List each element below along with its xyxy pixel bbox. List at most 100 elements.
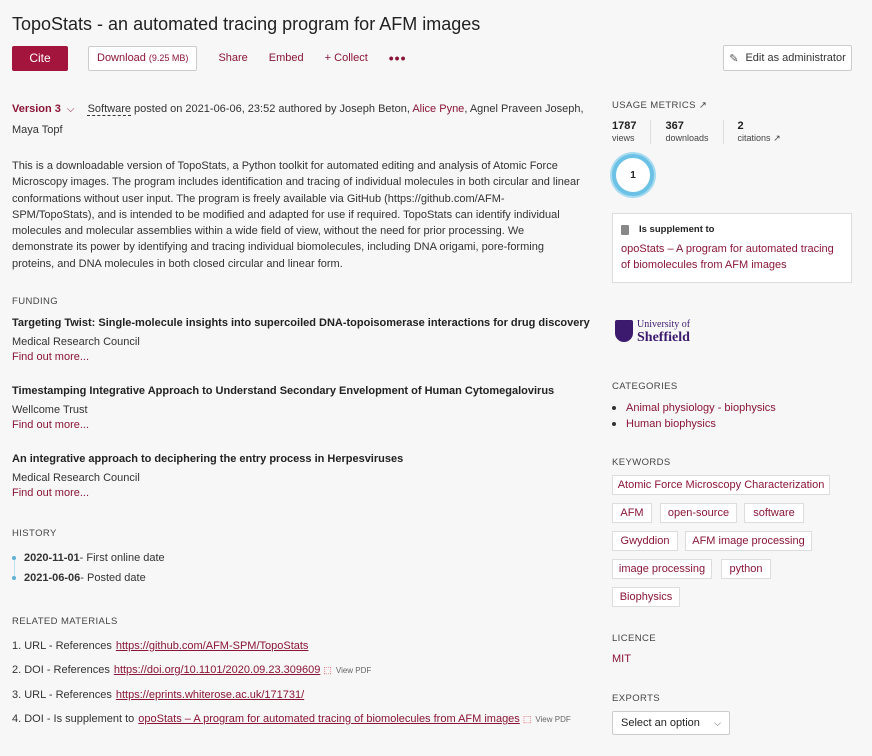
more-options-icon[interactable]: ••• [389,50,407,66]
related-link[interactable]: opoStats – A program for automated traci… [138,713,520,725]
external-link-icon: ↗ [773,133,781,143]
shield-icon [615,320,633,342]
history-item: 2021-06-06 - Posted date [12,572,146,584]
related-heading: RELATED MATERIALS [12,616,118,627]
related-link[interactable]: https://github.com/AFM-SPM/TopoStats [116,640,309,652]
related-prefix: 3. URL - References [12,689,112,701]
edit-as-administrator-button[interactable]: ✎ Edit as administrator [723,45,852,71]
exports-select-value: Select an option [621,717,700,729]
funding-item: An integrative approach to deciphering t… [12,452,592,499]
related-item: 3. URL - References https://eprints.whit… [12,689,304,701]
download-size: (9.25 MB) [148,53,189,63]
pdf-icon[interactable]: ⬚ [523,714,532,725]
download-button[interactable]: Download (9.25 MB) [88,45,198,71]
keyword-tag[interactable]: Gwyddion [612,531,678,551]
usage-metrics: 1787 views 367 downloads 2 citations ↗ [612,120,809,144]
view-pdf-link[interactable]: View PDF [336,666,371,675]
metric-value: 2 [737,120,744,132]
university-of-sheffield-logo: University of Sheffield [615,318,690,345]
admin-label: Edit as administrator [745,52,846,64]
author-link[interactable]: Alice Pyne [412,103,464,115]
version-label[interactable]: Version 3 [12,103,61,115]
timeline-dot [12,576,16,580]
download-label: Download [97,52,146,64]
history-heading: HISTORY [12,528,57,539]
find-out-more-link[interactable]: Find out more... [12,419,592,431]
related-item: 1. URL - References https://github.com/A… [12,640,308,652]
category-link[interactable]: Human biophysics [626,418,716,430]
licence-link[interactable]: MIT [612,653,631,665]
funding-org: Wellcome Trust [12,404,88,416]
funding-title: An integrative approach to deciphering t… [12,453,404,465]
page-title: TopoStats - an automated tracing program… [12,14,481,34]
related-prefix: 1. URL - References [12,640,112,652]
cite-button[interactable]: Cite [12,45,68,71]
keyword-tag[interactable]: AFM image processing [685,531,812,551]
supplement-card: Is supplement to opoStats – A program fo… [612,213,852,283]
posted-text: posted on 2021-06-06, 23:52 authored by … [131,103,413,115]
funding-heading: FUNDING [12,296,59,307]
external-link-icon[interactable]: ↗ [699,100,707,111]
view-pdf-link[interactable]: View PDF [535,715,570,724]
related-item: 2. DOI - References https://doi.org/10.1… [12,664,371,676]
usage-metrics-label: USAGE METRICS [612,100,696,111]
history-date: 2020-11-01 [24,552,80,564]
keyword-tag[interactable]: image processing [612,559,712,579]
action-toolbar: Cite Download (9.25 MB) Share Embed + Co… [12,45,406,71]
metric-value: 1787 [612,120,637,132]
history-date: 2021-06-06 [24,572,81,584]
item-type: Software [87,103,131,115]
keyword-tag[interactable]: open-source [660,503,737,523]
chevron-down-icon[interactable]: ⌵ [67,100,75,120]
metric-citations[interactable]: 2 citations ↗ [738,120,795,144]
funding-org: Medical Research Council [12,472,140,484]
keyword-tag[interactable]: python [721,559,771,579]
categories-heading: CATEGORIES [612,381,678,392]
bullet [612,406,616,410]
keyword-tag[interactable]: Atomic Force Microscopy Characterization [612,475,830,495]
share-link[interactable]: Share [218,52,247,64]
history-label: - Posted date [80,572,146,584]
related-link[interactable]: https://eprints.whiterose.ac.uk/171731/ [116,689,304,701]
keyword-tag[interactable]: Biophysics [612,587,680,607]
funding-title: Timestamping Integrative Approach to Und… [12,385,555,397]
logo-line-2: Sheffield [637,330,690,345]
exports-select[interactable]: Select an option ⌵ [612,711,730,735]
keyword-tag[interactable]: AFM [612,503,652,523]
category-list: Animal physiology - biophysics Human bio… [612,400,776,432]
keyword-tag[interactable]: software [744,503,804,523]
description: This is a downloadable version of TopoSt… [12,160,580,270]
funding-title: Targeting Twist: Single-molecule insight… [12,317,590,329]
find-out-more-link[interactable]: Find out more... [12,487,592,499]
supplement-heading: Is supplement to [621,224,843,235]
metric-views: 1787 views [612,120,652,144]
find-out-more-link[interactable]: Find out more... [12,351,592,363]
history-item: 2020-11-01 - First online date [12,552,165,564]
funding-org: Medical Research Council [12,336,140,348]
supplement-link[interactable]: opoStats – A program for automated traci… [621,241,843,273]
category-item: Human biophysics [612,416,776,432]
related-item: 4. DOI - Is supplement to opoStats – A p… [12,713,571,725]
related-prefix: 2. DOI - References [12,664,110,676]
metric-label: views [612,133,635,143]
document-icon [621,224,629,235]
related-prefix: 4. DOI - Is supplement to [12,713,135,725]
altmetric-badge[interactable]: 1 [612,154,654,196]
category-link[interactable]: Animal physiology - biophysics [626,402,776,414]
category-item: Animal physiology - biophysics [612,400,776,416]
embed-link[interactable]: Embed [269,52,304,64]
funding-item: Timestamping Integrative Approach to Und… [12,384,592,431]
timeline-dot [12,556,16,560]
metric-label: downloads [665,133,709,143]
collect-link[interactable]: + Collect [325,52,368,64]
metric-label: citations ↗ [738,133,781,144]
citations-label: citations [737,133,771,143]
bullet [612,422,616,426]
pdf-icon[interactable]: ⬚ [323,665,332,676]
licence-heading: LICENCE [612,633,656,644]
metric-value: 367 [665,120,684,132]
version-line: Version 3 ⌵ Software posted on 2021-06-06… [12,99,587,140]
keywords-heading: KEYWORDS [612,457,671,468]
funding-item: Targeting Twist: Single-molecule insight… [12,316,592,363]
related-link[interactable]: https://doi.org/10.1101/2020.09.23.30960… [114,664,321,676]
